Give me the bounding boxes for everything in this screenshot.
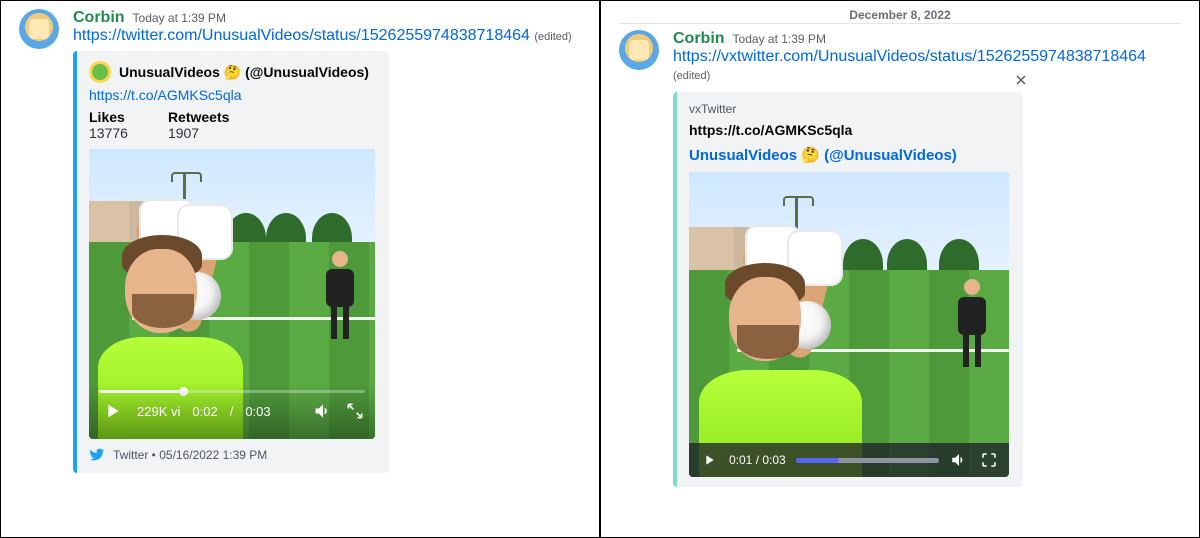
- video-controls: 0:01 / 0:03: [689, 443, 1009, 477]
- retweets-value: 1907: [168, 125, 229, 141]
- twitter-embed: UnusualVideos 🤔 (@UnusualVideos) https:/…: [73, 51, 389, 473]
- video-time-total: 0:03: [245, 404, 270, 419]
- avatar[interactable]: [619, 30, 659, 70]
- pane-right: December 8, 2022 Corbin Today at 1:39 PM…: [599, 1, 1199, 537]
- embed-video[interactable]: 229K vi 0:02 / 0:03: [89, 149, 375, 439]
- footer-sep: •: [148, 448, 159, 462]
- message-link[interactable]: https://twitter.com/UnusualVideos/status…: [73, 27, 530, 44]
- video-time-total: 0:03: [762, 453, 785, 467]
- video-time-current: 0:02: [192, 404, 217, 419]
- message-body: Corbin Today at 1:39 PM https://twitter.…: [73, 9, 581, 473]
- embed-desc-link[interactable]: https://t.co/AGMKSc5qla: [89, 87, 375, 103]
- avatar[interactable]: [19, 9, 59, 49]
- embed-author-avatar[interactable]: [89, 61, 111, 83]
- video-controls: 229K vi 0:02 / 0:03: [89, 383, 375, 439]
- message-timestamp: Today at 1:39 PM: [133, 11, 226, 25]
- video-time-current: 0:01: [729, 453, 752, 467]
- embed-video[interactable]: 0:01 / 0:03: [689, 172, 1009, 477]
- embed-provider: vxTwitter: [689, 102, 1009, 116]
- message-body: Corbin Today at 1:39 PM https://vxtwitte…: [673, 30, 1181, 487]
- embed-desc: https://t.co/AGMKSc5qla: [689, 122, 1009, 138]
- fullscreen-icon[interactable]: [345, 401, 365, 421]
- volume-icon[interactable]: [949, 450, 969, 470]
- date-divider: December 8, 2022: [619, 9, 1181, 24]
- embed-title-link[interactable]: UnusualVideos 🤔 (@UnusualVideos): [689, 146, 1009, 164]
- twitter-bird-icon: [89, 447, 105, 463]
- message-link[interactable]: https://vxtwitter.com/UnusualVideos/stat…: [673, 48, 1146, 65]
- message: Corbin Today at 1:39 PM https://vxtwitte…: [619, 30, 1181, 487]
- embed-footer: Twitter • 05/16/2022 1:39 PM: [89, 447, 375, 463]
- video-time-sep: /: [752, 453, 762, 467]
- video-views: 229K vi: [137, 404, 180, 419]
- volume-icon[interactable]: [313, 401, 333, 421]
- author-name[interactable]: Corbin: [673, 30, 725, 48]
- footer-provider: Twitter: [113, 448, 148, 462]
- footer-date: 05/16/2022 1:39 PM: [159, 448, 267, 462]
- likes-value: 13776: [89, 125, 128, 141]
- embed-author-name[interactable]: UnusualVideos 🤔 (@UnusualVideos): [119, 64, 369, 81]
- likes-label: Likes: [89, 109, 128, 125]
- message: Corbin Today at 1:39 PM https://twitter.…: [19, 9, 581, 473]
- video-progress[interactable]: [796, 458, 939, 463]
- video-time-sep: /: [230, 404, 234, 419]
- edited-label: (edited): [673, 70, 710, 82]
- play-icon[interactable]: [99, 398, 125, 424]
- play-icon[interactable]: [699, 450, 719, 470]
- edited-label: (edited): [534, 31, 571, 43]
- message-timestamp: Today at 1:39 PM: [733, 32, 826, 46]
- embed-fields: Likes 13776 Retweets 1907: [89, 109, 375, 141]
- fullscreen-icon[interactable]: [979, 450, 999, 470]
- close-icon[interactable]: [1011, 70, 1031, 90]
- vxtwitter-embed: vxTwitter https://t.co/AGMKSc5qla Unusua…: [673, 92, 1023, 487]
- retweets-label: Retweets: [168, 109, 229, 125]
- pane-left: Corbin Today at 1:39 PM https://twitter.…: [1, 1, 599, 537]
- author-name[interactable]: Corbin: [73, 9, 125, 27]
